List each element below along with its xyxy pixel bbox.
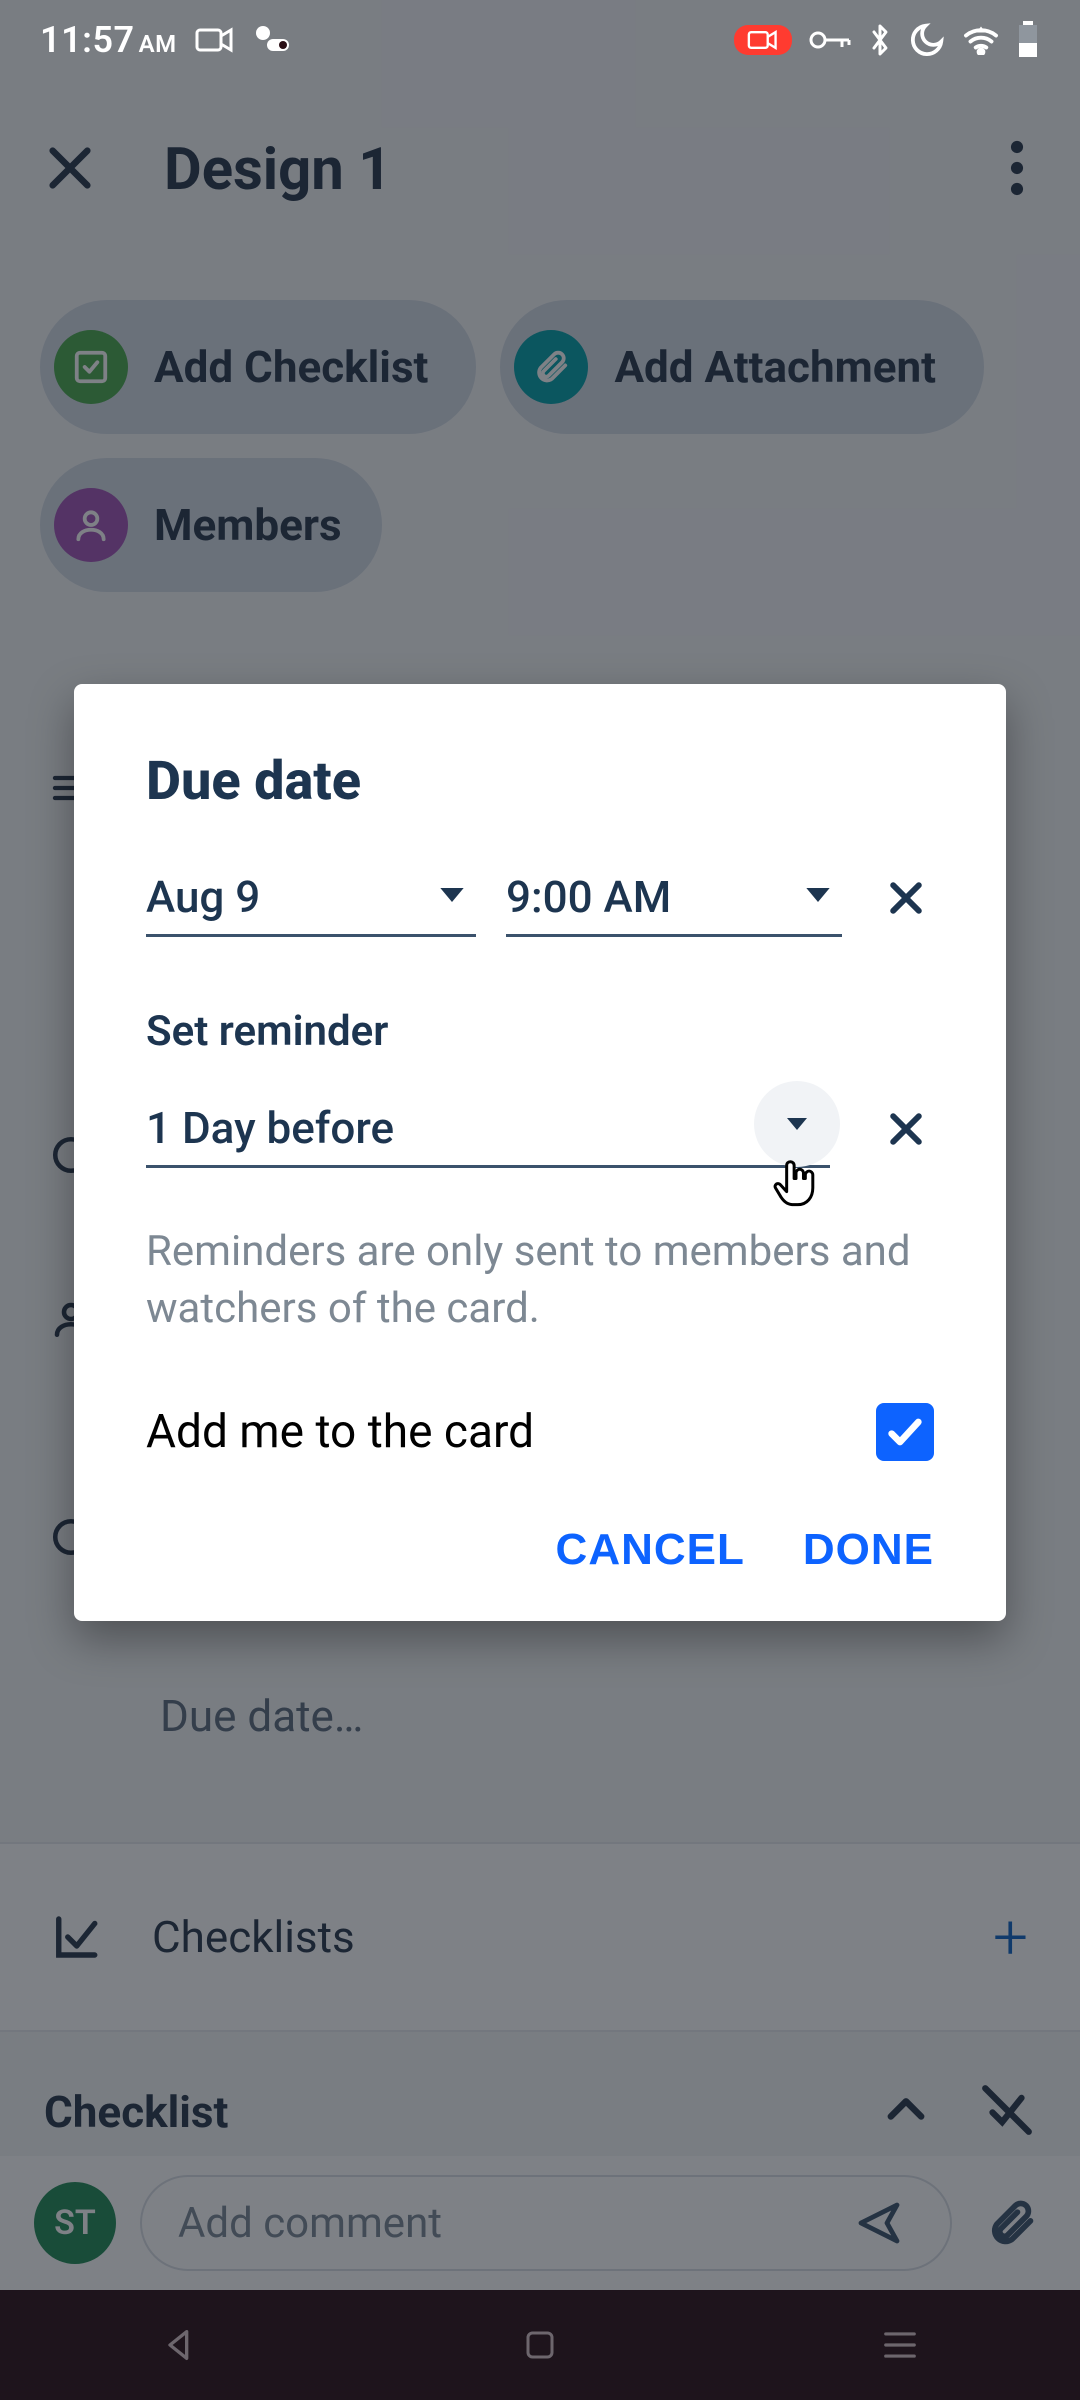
screen-record-icon [734, 25, 792, 55]
add-me-label: Add me to the card [146, 1405, 534, 1459]
chevron-down-icon [754, 1081, 840, 1167]
dnd-moon-icon [908, 21, 946, 59]
due-date-value: Aug 9 [146, 871, 260, 923]
vpn-key-icon [808, 28, 852, 52]
reminder-hint: Reminders are only sent to members and w… [146, 1224, 934, 1337]
reminder-value: 1 Day before [146, 1102, 394, 1154]
due-date-dialog: Due date Aug 9 9:00 AM Set reminder 1 [74, 684, 1006, 1621]
chevron-down-icon [804, 885, 832, 909]
status-clock: 11:57AM [40, 19, 177, 61]
done-button[interactable]: DONE [803, 1525, 934, 1575]
reminder-dropdown[interactable]: 1 Day before [146, 1090, 830, 1168]
wifi-icon [962, 25, 1000, 55]
cancel-button[interactable]: CANCEL [556, 1525, 745, 1575]
set-reminder-label: Set reminder [146, 1007, 934, 1056]
chevron-down-icon [438, 885, 466, 909]
due-time-value: 9:00 AM [506, 871, 671, 923]
battery-icon [1016, 21, 1040, 59]
status-bar: 11:57AM [0, 0, 1080, 80]
dialog-title: Due date [146, 750, 934, 813]
due-time-dropdown[interactable]: 9:00 AM [506, 859, 842, 937]
add-me-checkbox[interactable] [876, 1403, 934, 1461]
clear-reminder-icon[interactable] [878, 1101, 934, 1157]
camera-indicator-icon [195, 26, 235, 54]
due-date-dropdown[interactable]: Aug 9 [146, 859, 476, 937]
hotspot-icon [253, 25, 291, 55]
bluetooth-icon [868, 22, 892, 58]
clear-due-date-icon[interactable] [878, 870, 934, 926]
